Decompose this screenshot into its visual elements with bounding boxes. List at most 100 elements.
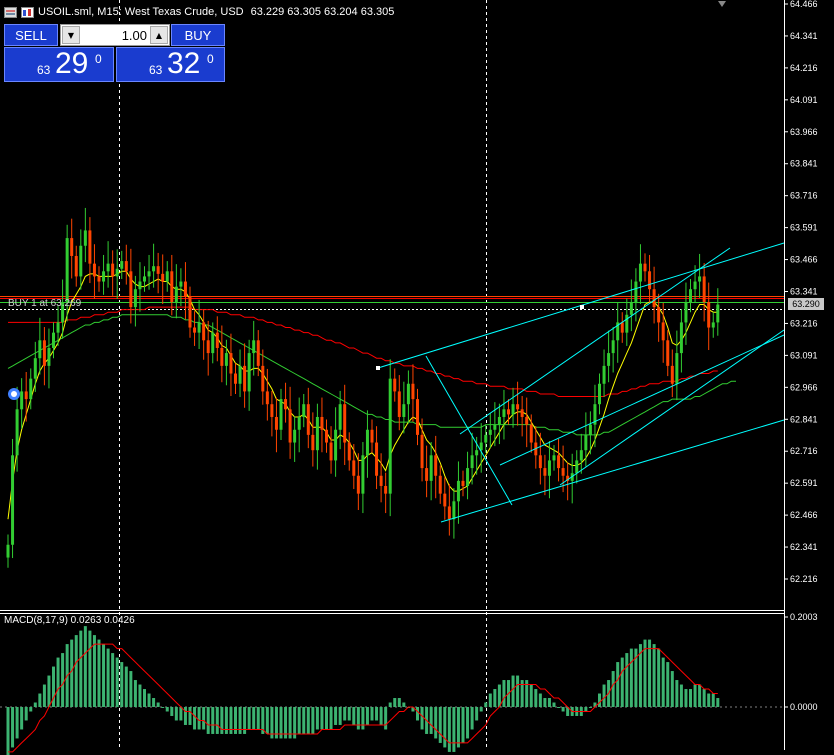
candle-body (256, 340, 260, 366)
macd-histogram-bar (115, 657, 119, 707)
candle-body (529, 424, 533, 443)
candle-body (29, 378, 33, 400)
chart-area[interactable]: 64.466 64.341 64.216 64.091 63.966 63.841 63.7… (0, 0, 834, 755)
macd-histogram-bar (670, 671, 674, 707)
lot-increase-button[interactable]: ▲ (150, 26, 168, 44)
price-axis-label: 63.216 (790, 318, 818, 328)
candle-body (711, 322, 715, 328)
macd-histogram-bar (356, 707, 360, 730)
price-axis-label: 62.466 (790, 510, 818, 520)
candle-body (461, 480, 465, 486)
macd-histogram-bar (516, 675, 520, 707)
macd-axis-label: 0.0000 (790, 702, 818, 712)
macd-histogram-bar (79, 630, 83, 707)
expert-icon[interactable] (8, 388, 20, 400)
candle-body (416, 399, 419, 435)
macd-histogram-bar (97, 639, 101, 707)
macd-histogram-bar (297, 707, 301, 734)
price-axis-label: 64.341 (790, 31, 818, 41)
macd-histogram-bar (42, 684, 46, 707)
candle-body (261, 365, 265, 392)
macd-histogram-bar (416, 707, 419, 721)
candle-body (411, 383, 415, 400)
macd-histogram-bar (33, 702, 37, 707)
candle-body (502, 409, 506, 417)
macd-histogram-bar (666, 662, 670, 707)
candle-body (211, 332, 215, 354)
candle-body (20, 391, 24, 410)
candle-body (707, 301, 711, 328)
macd-histogram-bar (679, 684, 683, 707)
candle-body (11, 455, 15, 545)
macd-histogram-bar (38, 693, 42, 707)
macd-histogram-bar (320, 707, 324, 730)
candle-body (547, 460, 551, 476)
candle-body (70, 238, 74, 256)
candle-body (165, 271, 169, 282)
chart-header: USOIL.sml, M15: West Texas Crude, USD 63… (4, 2, 394, 22)
candle-body (106, 263, 110, 272)
candle-body (311, 434, 315, 451)
macd-histogram-bar (588, 707, 592, 708)
price-axis-label: 62.216 (790, 574, 818, 584)
macd-histogram-bar (143, 689, 146, 707)
candle-body (447, 506, 451, 520)
candle-body (443, 493, 447, 507)
macd-histogram-bar (120, 662, 124, 707)
macd-histogram-bar (420, 707, 424, 730)
candle-body (425, 468, 429, 481)
candle-body (579, 450, 583, 461)
candle-body (602, 365, 606, 384)
trendline-anchor[interactable] (580, 305, 584, 309)
candle-body (689, 289, 692, 302)
buy-button[interactable]: BUY (171, 24, 225, 46)
price-axis-label: 62.716 (790, 446, 818, 456)
macd-histogram-bar (252, 707, 256, 730)
candle-body (438, 475, 442, 494)
sell-price-button[interactable]: 63 29 0 (4, 47, 114, 82)
candle-body (420, 434, 424, 469)
trendline-anchor[interactable] (376, 366, 380, 370)
lot-size-input[interactable] (81, 26, 149, 44)
position-label[interactable]: BUY 1 at 63.269 (8, 298, 81, 309)
candle-body (174, 286, 178, 302)
macd-histogram-bar (552, 702, 556, 707)
one-click-trading-icon[interactable] (4, 6, 17, 18)
macd-histogram-bar (493, 689, 497, 707)
price-axis-label: 63.966 (790, 127, 818, 137)
macd-histogram-bar (11, 707, 15, 748)
macd-histogram-bar (347, 707, 351, 721)
candle-body (393, 378, 397, 392)
candle-body (247, 353, 251, 392)
candle-body (97, 276, 101, 282)
buy-price-button[interactable]: 63 32 0 (116, 47, 225, 82)
candle-body (588, 424, 592, 435)
symbol-icon[interactable] (21, 6, 34, 18)
macd-histogram-bar (315, 707, 319, 730)
macd-histogram-bar (625, 653, 629, 707)
candle-body (133, 289, 137, 308)
candle-body (557, 455, 561, 469)
price-axis-label: 64.466 (790, 0, 818, 9)
candle-body (652, 289, 656, 308)
candle-body (220, 347, 224, 366)
candle-body (243, 365, 247, 392)
macd-histogram-bar (102, 644, 106, 707)
macd-histogram-bar (193, 707, 197, 730)
macd-histogram-bar (129, 671, 133, 707)
macd-histogram-bar (179, 707, 183, 721)
candle-body (679, 322, 683, 354)
candle-body (698, 276, 702, 282)
candle-body (643, 263, 647, 272)
candle-body (356, 475, 360, 494)
candle-body (516, 404, 520, 410)
price-axis-label: 64.091 (790, 95, 818, 105)
macd-histogram-bar (388, 702, 392, 707)
sell-button[interactable]: SELL (4, 24, 58, 46)
candle-body (657, 307, 661, 323)
candle-body (183, 281, 187, 297)
lot-decrease-button[interactable]: ▼ (62, 26, 80, 44)
candle-body (456, 480, 460, 502)
macd-histogram-bar (602, 684, 606, 707)
candle-body (620, 322, 624, 333)
